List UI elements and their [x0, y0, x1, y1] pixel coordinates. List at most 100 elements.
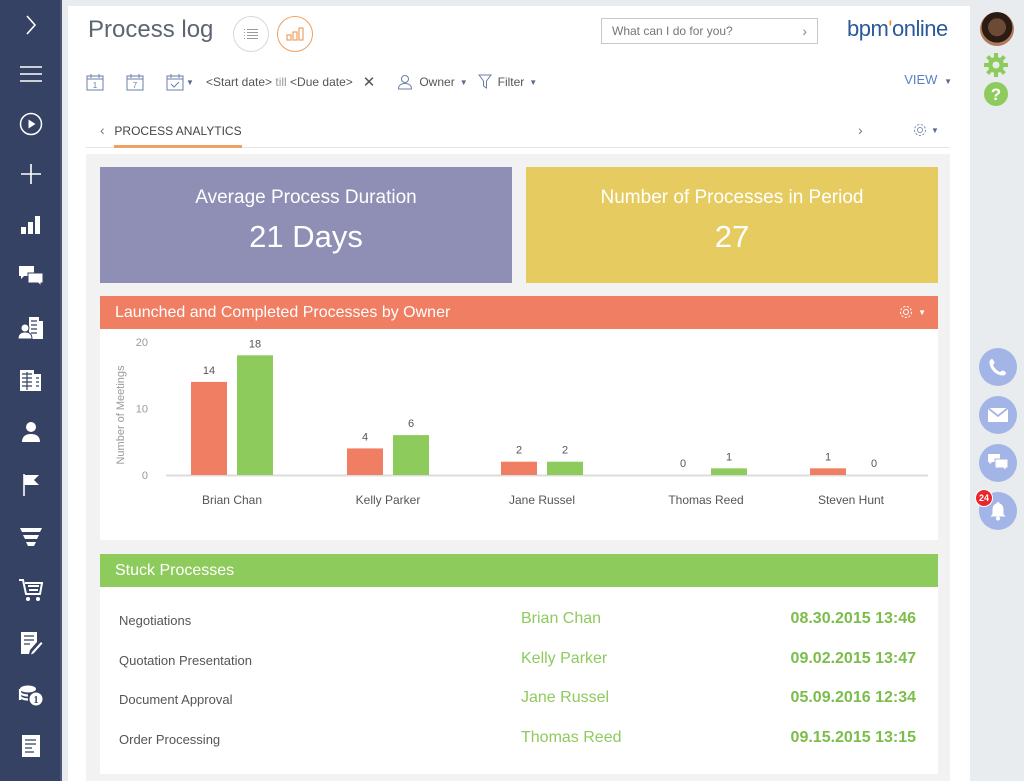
- stuck-process-row[interactable]: Negotiations Brian Chan 08.30.2015 13:46: [100, 601, 938, 637]
- caret-down-icon: ▼: [186, 77, 194, 87]
- widget-header: Launched and Completed Processes by Owne…: [100, 296, 938, 329]
- widget-settings-button[interactable]: ▼: [898, 304, 926, 320]
- sidebar-item-opportunities[interactable]: [0, 517, 62, 557]
- process-owner-link[interactable]: Jane Russel: [521, 689, 609, 707]
- avg-duration-tile[interactable]: Average Process Duration 21 Days: [100, 167, 512, 283]
- svg-text:1: 1: [34, 695, 39, 706]
- process-name[interactable]: Order Processing: [119, 732, 220, 747]
- sidebar-item-orders[interactable]: [0, 570, 62, 610]
- list-view-button[interactable]: [233, 16, 269, 52]
- chevron-right-icon[interactable]: ›: [802, 23, 807, 39]
- phone-button[interactable]: [979, 348, 1017, 386]
- clear-date-icon[interactable]: ✕: [363, 73, 376, 91]
- process-owner-link[interactable]: Brian Chan: [521, 610, 601, 628]
- sidebar-item-activities[interactable]: [0, 465, 62, 505]
- sidebar-item-processes[interactable]: [0, 104, 62, 144]
- process-owner-link[interactable]: Kelly Parker: [521, 650, 607, 668]
- logo-text-left: bpm: [847, 16, 889, 41]
- sidebar-item-contacts[interactable]: [0, 412, 62, 452]
- logo-text-right: online: [892, 16, 948, 41]
- tab-settings-button[interactable]: ▼: [912, 122, 939, 138]
- list-icon: [244, 29, 258, 39]
- sidebar-item-documents[interactable]: [0, 726, 62, 766]
- sidebar-menu-button[interactable]: [0, 54, 62, 94]
- process-name[interactable]: Quotation Presentation: [119, 653, 252, 668]
- filter-week-button[interactable]: 7: [126, 73, 144, 91]
- view-label: VIEW: [904, 72, 938, 87]
- sidebar-item-dashboards[interactable]: [0, 204, 62, 244]
- filter-period-dropdown[interactable]: ▼: [166, 73, 198, 91]
- bar-value-label: 6: [408, 418, 414, 430]
- tab-scroll-right-icon[interactable]: ›: [858, 122, 863, 138]
- process-name[interactable]: Negotiations: [119, 613, 191, 628]
- caret-down-icon: ▼: [931, 125, 939, 135]
- svg-text:?: ?: [991, 85, 1001, 104]
- x-tick-label: Steven Hunt: [818, 493, 885, 507]
- filter-today-button[interactable]: 1: [86, 73, 104, 91]
- calendar-day-label: 1: [93, 81, 98, 90]
- date-range[interactable]: <Start date> till <Due date>: [206, 75, 353, 89]
- sidebar-item-contracts[interactable]: [0, 623, 62, 663]
- phone-icon: [989, 359, 1006, 376]
- widget-header: Stuck Processes: [100, 554, 938, 587]
- process-date: 09.15.2015 13:15: [790, 729, 916, 746]
- process-count-tile[interactable]: Number of Processes in Period 27: [526, 167, 938, 283]
- filter-button[interactable]: Filter ▼: [477, 74, 537, 90]
- command-search[interactable]: ›: [601, 18, 818, 44]
- start-date[interactable]: <Start date>: [206, 75, 272, 89]
- stuck-process-row[interactable]: Quotation Presentation Kelly Parker 09.02.…: [100, 641, 938, 677]
- bar-completed: [711, 468, 747, 475]
- y-axis-title: Number of Meetings: [115, 365, 127, 465]
- help-question-icon: ?: [984, 82, 1008, 106]
- sidebar-item-accounts[interactable]: [0, 360, 62, 400]
- sidebar-item-feed[interactable]: [0, 256, 62, 296]
- view-menu-button[interactable]: VIEW ▼: [904, 72, 952, 87]
- bell-icon: [990, 502, 1006, 521]
- building-icon: [20, 370, 41, 391]
- help-button[interactable]: ?: [983, 81, 1009, 112]
- analytics-view-button[interactable]: [277, 16, 313, 52]
- sidebar-add-button[interactable]: [0, 154, 62, 194]
- sidebar-expand-button[interactable]: [0, 5, 62, 45]
- document-edit-icon: [21, 632, 43, 655]
- y-tick-label: 0: [142, 470, 148, 482]
- system-settings-button[interactable]: [983, 52, 1009, 83]
- processes-by-owner-widget: Launched and Completed Processes by Owne…: [100, 296, 938, 540]
- page-title: Process log: [88, 16, 214, 43]
- calendar-week-icon: 7: [126, 74, 144, 91]
- chat-button[interactable]: [979, 444, 1017, 482]
- command-search-input[interactable]: [612, 24, 803, 38]
- stuck-process-row[interactable]: Order Processing Thomas Reed 09.15.2015 13…: [100, 720, 938, 756]
- till-label: till: [272, 75, 291, 89]
- stuck-process-row[interactable]: Document Approval Jane Russel 05.09.2016 1…: [100, 680, 938, 716]
- process-name[interactable]: Document Approval: [119, 692, 232, 707]
- tab-bar: ‹ PROCESS ANALYTICS › ▼: [86, 116, 950, 148]
- y-tick-label: 20: [136, 337, 148, 349]
- bar-chart-icon: [286, 27, 304, 41]
- x-tick-label: Kelly Parker: [356, 493, 421, 507]
- main-panel: Process log › bpm'online 1 7 ▼ <Start da…: [68, 6, 970, 781]
- due-date[interactable]: <Due date>: [290, 75, 353, 89]
- tab-process-analytics[interactable]: PROCESS ANALYTICS: [114, 116, 242, 148]
- contact-building-icon: [18, 317, 43, 340]
- bar-completed: [393, 435, 429, 475]
- gear-icon: [914, 124, 926, 136]
- coins-icon: 1: [18, 685, 44, 707]
- sidebar-item-contacts-accounts[interactable]: [0, 308, 62, 348]
- menu-icon: [20, 66, 42, 82]
- calendar-day-icon: 1: [86, 74, 104, 91]
- tile-value: 27: [714, 219, 750, 254]
- tab-scroll-left-icon[interactable]: ‹: [100, 122, 105, 138]
- process-date: 05.09.2016 12:34: [790, 689, 916, 706]
- dashboard-area: Average Process Duration 21 Days Number …: [86, 154, 950, 781]
- process-owner-link[interactable]: Thomas Reed: [521, 729, 622, 747]
- sidebar-item-invoices[interactable]: 1: [0, 675, 62, 715]
- bar-launched: [347, 448, 383, 475]
- user-avatar[interactable]: [980, 12, 1014, 46]
- process-date: 09.02.2015 13:47: [790, 650, 916, 667]
- play-circle-icon: [19, 112, 43, 136]
- bar-completed: [237, 355, 273, 475]
- email-button[interactable]: [979, 396, 1017, 434]
- tile-title: Number of Processes in Period: [600, 187, 864, 208]
- owner-filter-button[interactable]: Owner ▼: [397, 74, 468, 90]
